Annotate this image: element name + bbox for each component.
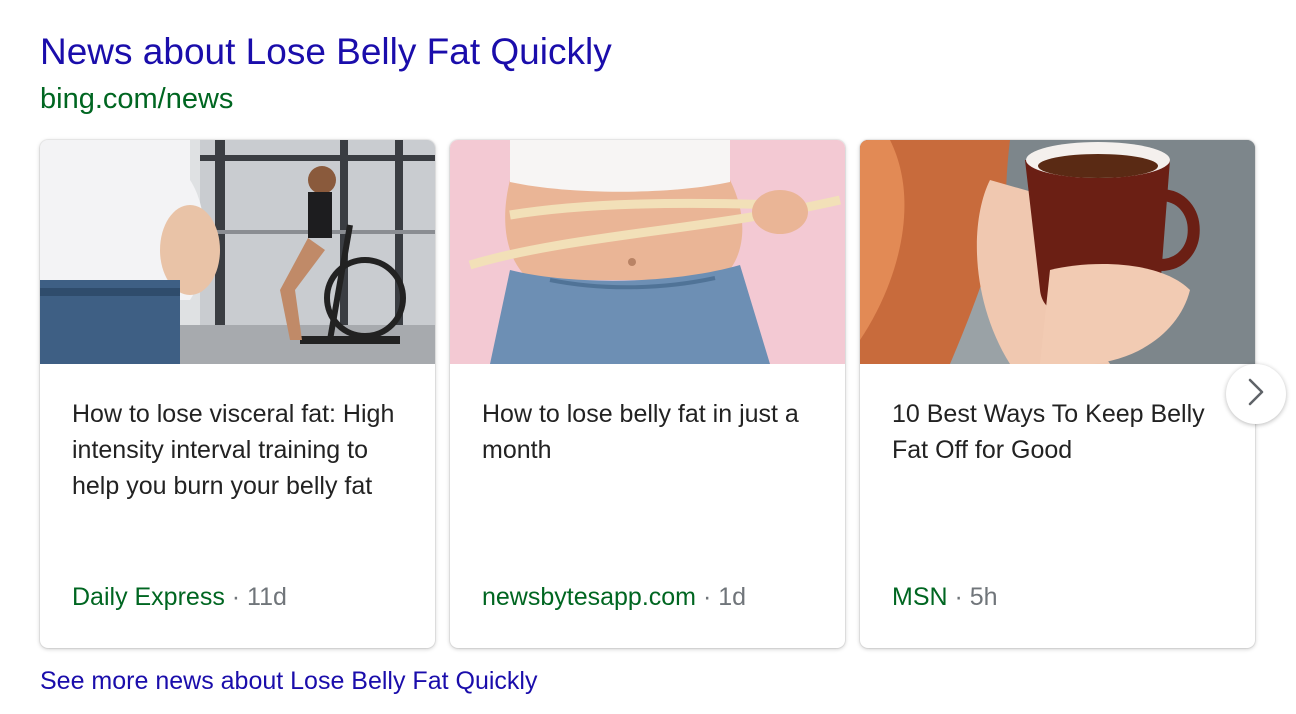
news-card-headline: How to lose belly fat in just a month (482, 400, 799, 464)
news-card-meta: MSN · 5h (892, 580, 998, 614)
news-card-headline: 10 Best Ways To Keep Belly Fat Off for G… (892, 400, 1205, 464)
result-source-url: bing.com/news (40, 83, 234, 115)
chevron-right-icon (1245, 377, 1267, 412)
news-card-age: 5h (969, 583, 998, 611)
see-more-news-link[interactable]: See more news about Lose Belly Fat Quick… (40, 665, 537, 697)
news-cards: How to lose visceral fat: High intensity… (40, 140, 1256, 648)
meta-separator: · (947, 583, 970, 611)
news-card-source: MSN (892, 583, 948, 611)
result-title-link[interactable]: News about Lose Belly Fat Quickly (40, 30, 612, 74)
news-card-image (40, 140, 435, 364)
news-card-meta: newsbytesapp.com · 1d (482, 580, 746, 614)
news-card[interactable]: How to lose belly fat in just a month ne… (450, 140, 845, 648)
news-card-image (450, 140, 845, 364)
news-carousel-result: News about Lose Belly Fat Quickly bing.c… (0, 0, 1296, 714)
meta-separator: · (696, 583, 719, 611)
news-card-meta: Daily Express · 11d (72, 580, 287, 614)
meta-separator: · (224, 583, 248, 611)
carousel-next-button[interactable] (1226, 364, 1286, 424)
news-card-source: newsbytesapp.com (482, 583, 697, 611)
news-card-age: 1d (718, 583, 747, 611)
news-card-age: 11d (247, 583, 287, 611)
news-card-source: Daily Express (72, 583, 225, 611)
news-card[interactable]: 10 Best Ways To Keep Belly Fat Off for G… (860, 140, 1255, 648)
news-card[interactable]: How to lose visceral fat: High intensity… (40, 140, 435, 648)
news-card-image (860, 140, 1255, 364)
news-card-headline: How to lose visceral fat: High intensity… (72, 400, 395, 500)
